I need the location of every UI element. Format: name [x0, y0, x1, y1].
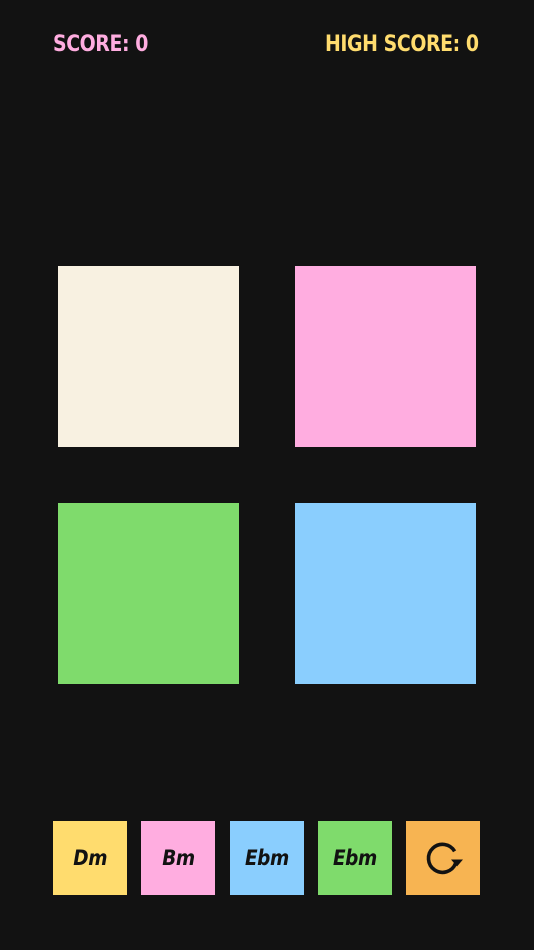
pad-bottom-right[interactable] [295, 503, 476, 684]
score-label: SCORE: 0 [53, 32, 148, 57]
chord-button-bm[interactable]: Bm [141, 821, 215, 895]
pad-top-left[interactable] [58, 266, 239, 447]
restart-button[interactable] [406, 821, 480, 895]
high-score-label: HIGH SCORE: 0 [325, 32, 479, 57]
chord-button-ebm-2[interactable]: Ebm [318, 821, 392, 895]
pad-top-right[interactable] [295, 266, 476, 447]
chord-button-label: Dm [73, 846, 107, 870]
chord-button-label: Ebm [245, 846, 289, 870]
chord-button-label: Ebm [333, 846, 377, 870]
restart-icon [426, 842, 463, 875]
chord-button-dm[interactable]: Dm [53, 821, 127, 895]
chord-button-ebm-1[interactable]: Ebm [230, 821, 304, 895]
pad-bottom-left[interactable] [58, 503, 239, 684]
chord-button-label: Bm [161, 846, 195, 870]
